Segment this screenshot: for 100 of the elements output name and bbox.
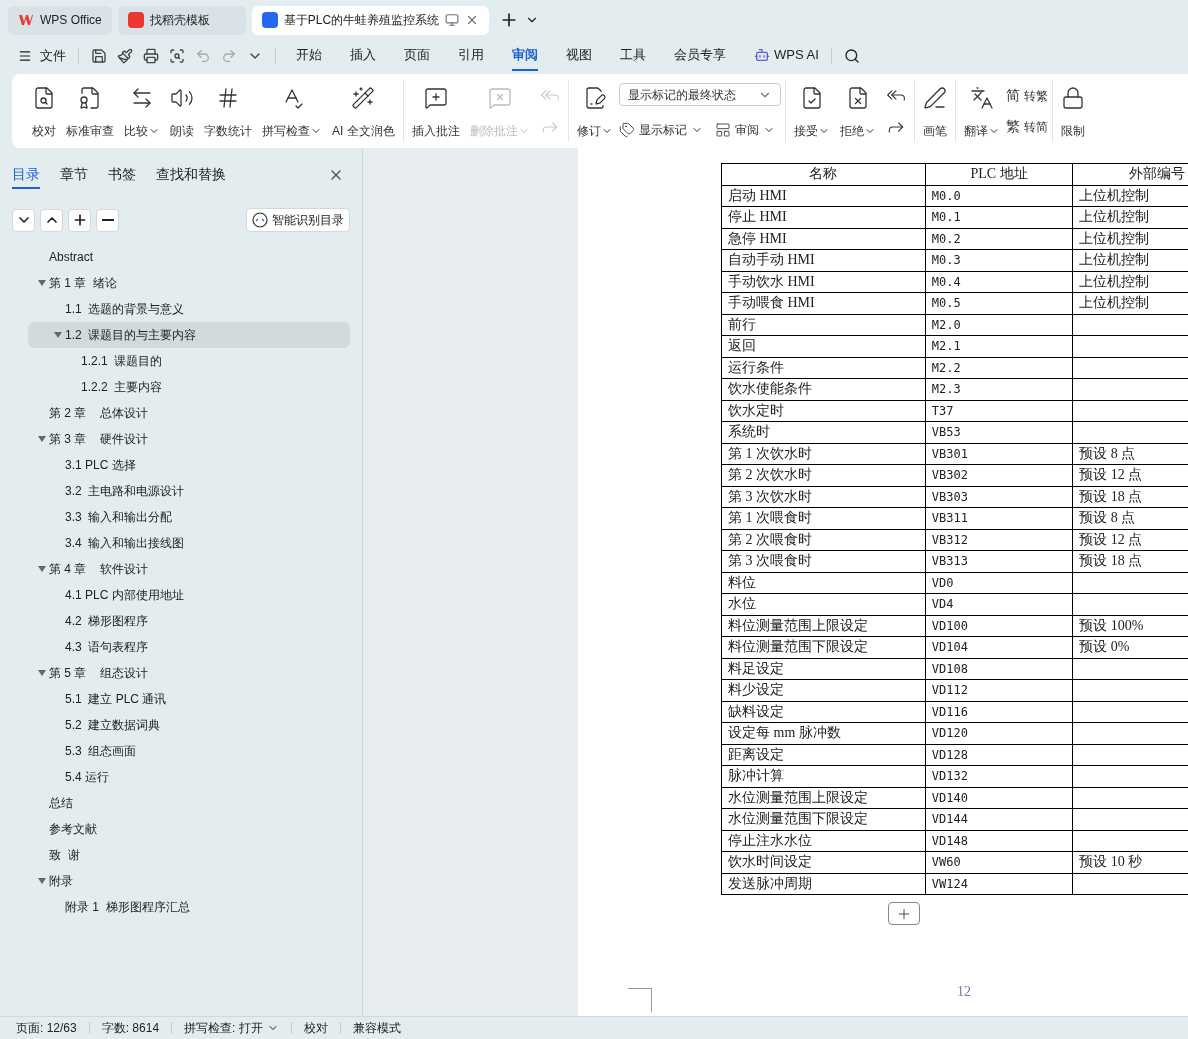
table-cell: 预设 10 秒 bbox=[1072, 851, 1188, 873]
toc-item[interactable]: 4.3 语句表程序 bbox=[28, 634, 350, 660]
table-cell: 水位测量范围上限设定 bbox=[721, 787, 926, 809]
add-row-button[interactable] bbox=[888, 902, 920, 925]
ribbon-icon bbox=[487, 86, 512, 110]
table-cell: VD148 bbox=[925, 830, 1073, 852]
menu-icon bbox=[18, 49, 32, 63]
toc-item[interactable]: 3.2 主电路和电源设计 bbox=[28, 478, 350, 504]
ribbon-tab[interactable]: 审阅 bbox=[512, 41, 538, 71]
toc-item[interactable]: 5.4 运行 bbox=[28, 764, 350, 790]
table-cell: 上位机控制 bbox=[1072, 206, 1188, 228]
table-cell: 停止注水水位 bbox=[721, 830, 926, 852]
ribbon-tab[interactable]: 视图 bbox=[566, 41, 592, 71]
toc-item[interactable]: 第 2 章 总体设计 bbox=[28, 400, 350, 426]
table-cell: 第 1 次喂食时 bbox=[721, 507, 926, 529]
ribbon-button[interactable]: 校对 bbox=[28, 82, 60, 140]
toc-item[interactable]: 第 4 章 软件设计 bbox=[28, 556, 350, 582]
table-cell: M0.3 bbox=[925, 249, 1073, 271]
ribbon-button[interactable]: 显示标记 bbox=[618, 121, 703, 139]
ribbon-button[interactable]: 插入批注 bbox=[407, 82, 464, 140]
status-item[interactable]: 兼容模式 bbox=[352, 1019, 401, 1037]
ribbon-button[interactable]: AI 全文润色 bbox=[328, 82, 399, 140]
toc-item[interactable]: 3.1 PLC 选择 bbox=[28, 452, 350, 478]
table-cell: VB303 bbox=[925, 486, 1073, 508]
toc-item[interactable]: 1.2.1 课题目的 bbox=[28, 348, 350, 374]
print-preview-icon[interactable] bbox=[169, 48, 185, 64]
status-item[interactable]: 校对 bbox=[303, 1019, 328, 1037]
table-cell: 距离设定 bbox=[721, 744, 926, 766]
sidebar-tab[interactable]: 查找和替换 bbox=[156, 161, 226, 189]
markup-select[interactable]: 显示标记的最终状态 bbox=[618, 83, 781, 106]
table-cell: 预设 12 点 bbox=[1072, 464, 1188, 486]
ribbon-tab[interactable]: WPS AI bbox=[754, 41, 819, 71]
toc-item[interactable]: 3.4 输入和输出接线图 bbox=[28, 530, 350, 556]
ribbon-tab[interactable]: 页面 bbox=[404, 41, 430, 71]
ribbon-button[interactable]: 简 转繁 bbox=[1005, 85, 1048, 106]
toc-item[interactable]: 第 1 章 绪论 bbox=[28, 270, 350, 296]
toc-item[interactable]: 1.2.2 主要内容 bbox=[28, 374, 350, 400]
save-icon[interactable] bbox=[91, 48, 107, 64]
ribbon-button[interactable]: 限制 bbox=[1056, 82, 1089, 140]
ribbon-button[interactable]: 标准审查 bbox=[62, 82, 118, 140]
printer-icon[interactable] bbox=[143, 48, 159, 64]
ribbon-button[interactable]: 拼写检查 bbox=[258, 82, 326, 140]
status-item[interactable]: 页面: 12/63 bbox=[16, 1019, 77, 1037]
toc-item[interactable]: 3.3 输入和输出分配 bbox=[28, 504, 350, 530]
toc-item[interactable]: 第 5 章 组态设计 bbox=[28, 660, 350, 686]
toc-item[interactable]: 5.2 建立数据词典 bbox=[28, 712, 350, 738]
toc-item[interactable]: Abstract bbox=[28, 244, 350, 270]
toc-item[interactable]: 附录 bbox=[28, 868, 350, 894]
ribbon-button[interactable]: 画笔 bbox=[918, 82, 951, 140]
document-tab[interactable]: 找稻壳模板 bbox=[117, 5, 246, 35]
table-cell: T37 bbox=[925, 400, 1073, 422]
table-cell: 料位 bbox=[721, 572, 926, 594]
file-menu[interactable]: 文件 bbox=[18, 46, 66, 66]
ribbon-button[interactable]: 拒绝 bbox=[835, 82, 880, 140]
ribbon-tab[interactable]: 插入 bbox=[350, 41, 376, 71]
toc-tool-button[interactable] bbox=[96, 208, 119, 232]
smart-toc-button[interactable]: 智能识别目录 bbox=[246, 208, 350, 232]
toc-item[interactable]: 总结 bbox=[28, 790, 350, 816]
ribbon-tab[interactable]: 工具 bbox=[620, 41, 646, 71]
toc-item[interactable]: 第 3 章 硬件设计 bbox=[28, 426, 350, 452]
ribbon-icon bbox=[170, 86, 194, 110]
table-cell: VB311 bbox=[925, 507, 1073, 529]
document-tab[interactable]: WPS Office bbox=[8, 5, 112, 35]
ribbon-button[interactable]: 比较 bbox=[120, 82, 164, 140]
ribbon-button[interactable]: 修订 bbox=[572, 82, 617, 140]
app-icon bbox=[127, 12, 144, 28]
table-cell: M0.5 bbox=[925, 292, 1073, 314]
table-cell: 预设 18 点 bbox=[1072, 486, 1188, 508]
table-cell: 水位测量范围下限设定 bbox=[721, 808, 926, 830]
table-cell: 启动 HMI bbox=[721, 185, 926, 207]
toc-item[interactable]: 5.1 建立 PLC 通讯 bbox=[28, 686, 350, 712]
ribbon-button[interactable]: 翻译 bbox=[959, 82, 1004, 140]
toc-item[interactable]: 附录 1 梯形图程序汇总 bbox=[28, 894, 350, 920]
ribbon-icon bbox=[351, 86, 376, 110]
brush-icon[interactable] bbox=[117, 48, 133, 64]
toc-item[interactable]: 4.2 梯形图程序 bbox=[28, 608, 350, 634]
ribbon-tab[interactable]: 开始 bbox=[296, 41, 322, 71]
ribbon-tab[interactable]: 会员专享 bbox=[674, 41, 726, 71]
table-cell: VD108 bbox=[925, 658, 1073, 680]
toc-item[interactable]: 4.1 PLC 内部使用地址 bbox=[28, 582, 350, 608]
ribbon-tab[interactable]: 引用 bbox=[458, 41, 484, 71]
toc-tool-button[interactable] bbox=[68, 208, 91, 232]
toc-item[interactable]: 致 谢 bbox=[28, 842, 350, 868]
document-tab[interactable]: 基于PLC的牛蛙养殖监控系统 bbox=[251, 5, 490, 35]
status-item[interactable]: 拼写检查: 打开 bbox=[184, 1019, 279, 1037]
search-icon[interactable] bbox=[843, 48, 860, 64]
toc-item[interactable]: 5.3 组态画面 bbox=[28, 738, 350, 764]
status-item[interactable]: 字数: 8614 bbox=[101, 1019, 160, 1037]
toc-item[interactable]: 1.1 选题的背景与意义 bbox=[28, 296, 350, 322]
ribbon-button[interactable]: 字数统计 bbox=[200, 82, 256, 140]
toc-item[interactable]: 参考文献 bbox=[28, 816, 350, 842]
sidebar-tab[interactable]: 书签 bbox=[108, 161, 136, 189]
sidebar-tab[interactable]: 章节 bbox=[60, 161, 88, 189]
toc-item[interactable]: 1.2 课题目的与主要内容 bbox=[28, 322, 350, 348]
ribbon-button[interactable]: 审阅 bbox=[714, 121, 775, 139]
table-cell: 急停 HMI bbox=[721, 228, 926, 250]
ribbon-button[interactable]: 朗读 bbox=[166, 82, 198, 140]
ribbon-button[interactable]: 接受 bbox=[789, 82, 834, 140]
sidebar-tab[interactable]: 目录 bbox=[12, 161, 40, 189]
ribbon-button[interactable]: 繁 转简 bbox=[1005, 116, 1048, 137]
